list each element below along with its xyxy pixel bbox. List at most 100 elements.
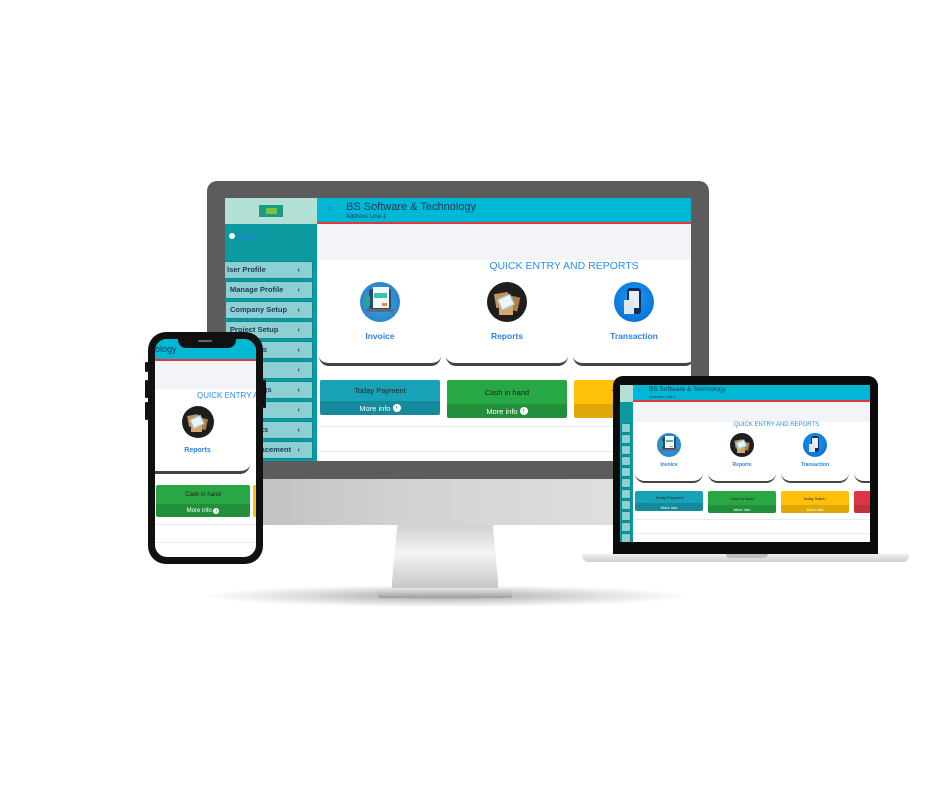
hamburger-icon[interactable]: ≡ bbox=[327, 204, 332, 214]
transaction-icon bbox=[614, 282, 654, 322]
laptop-trackpad-notch bbox=[726, 554, 768, 558]
company-name: BS Software & Technology bbox=[649, 386, 726, 393]
stat-box-red[interactable] bbox=[854, 491, 870, 513]
sidebar-item-label: Company Setup bbox=[230, 305, 288, 314]
more-info-label: More info bbox=[186, 507, 212, 514]
app-header: ≡ BS Software & Technology Address Line-… bbox=[317, 198, 691, 224]
sidebar-item[interactable] bbox=[621, 456, 631, 466]
stat-title: Cash in hand bbox=[708, 491, 776, 505]
reports-icon bbox=[487, 282, 527, 322]
company-name-truncated: ology bbox=[155, 344, 177, 354]
monitor-stand-base bbox=[378, 588, 512, 598]
transaction-icon bbox=[803, 433, 827, 457]
chevron-left-icon: ‹ bbox=[297, 345, 301, 354]
app-header: ≡ BS Software & Technology Address Line-… bbox=[633, 385, 870, 402]
reports-icon bbox=[181, 406, 214, 438]
hamburger-icon[interactable]: ≡ bbox=[637, 388, 641, 394]
stat-title: Cash in hand bbox=[156, 485, 250, 504]
company-address: Address Line-1 bbox=[649, 394, 676, 399]
company-logo[interactable] bbox=[259, 205, 283, 217]
stat-box-cash-in-hand[interactable]: Cash in hand More info › bbox=[156, 485, 250, 517]
quick-card-transaction[interactable]: Transaction bbox=[781, 430, 849, 483]
sidebar-item[interactable] bbox=[621, 467, 631, 477]
sidebar-item-user-profile[interactable]: lser Profile ‹ bbox=[225, 261, 313, 279]
chevron-left-icon: ‹ bbox=[297, 385, 301, 394]
quick-card-invoice[interactable]: Invoice bbox=[319, 274, 441, 366]
quick-entry-title: QUICK ENTRY AND REPORTS bbox=[733, 422, 820, 428]
sidebar-item[interactable] bbox=[621, 522, 631, 532]
content-header-bar bbox=[155, 361, 256, 389]
chevron-left-icon: ‹ bbox=[297, 405, 301, 414]
quick-card-reports[interactable]: Reports bbox=[708, 430, 776, 483]
phone-side-button bbox=[263, 380, 266, 408]
quick-card-label: Transaction bbox=[800, 462, 830, 468]
quick-card-label: Transaction bbox=[610, 331, 658, 341]
sidebar-item[interactable] bbox=[621, 478, 631, 488]
stat-title: Today Payment bbox=[635, 491, 703, 503]
more-info-label: More info bbox=[486, 406, 518, 416]
sidebar-item[interactable] bbox=[621, 533, 631, 542]
quick-card-label: Invoice bbox=[660, 462, 678, 468]
sidebar bbox=[620, 385, 633, 542]
laptop-screen: ≡ BS Software & Technology Address Line-… bbox=[620, 385, 870, 542]
sidebar-item-label: Manage Profile bbox=[230, 285, 284, 294]
chevron-left-icon: ‹ bbox=[297, 325, 301, 334]
quick-card-label: Reports bbox=[490, 331, 524, 341]
stat-box-today-payment[interactable]: Today Payment More info bbox=[635, 491, 703, 511]
quick-card-label: Invoice bbox=[365, 331, 395, 341]
quick-card-invoice[interactable]: Invoice bbox=[635, 430, 703, 483]
divider bbox=[633, 533, 870, 534]
more-info-link[interactable]: More info bbox=[781, 505, 849, 513]
user-name: junied bbox=[237, 232, 259, 241]
sidebar-item[interactable] bbox=[621, 434, 631, 444]
sidebar-item[interactable] bbox=[621, 489, 631, 499]
sidebar-logo-bar bbox=[620, 385, 633, 402]
more-info-label: More info bbox=[660, 504, 678, 510]
quick-card-label: Reports bbox=[732, 462, 752, 468]
stat-title: Today Sales : bbox=[781, 491, 849, 505]
stat-box-today-sales[interactable]: Today Sales : More info bbox=[781, 491, 849, 513]
quick-card-label: Reports bbox=[184, 447, 211, 454]
divider bbox=[633, 519, 870, 520]
stat-box-cash-in-hand[interactable]: Cash in hand More info bbox=[708, 491, 776, 513]
monitor-stand bbox=[392, 524, 498, 596]
chevron-left-icon: ‹ bbox=[297, 265, 301, 274]
sidebar-item-manage-profile[interactable]: Manage Profile ‹ bbox=[225, 281, 313, 299]
more-info-link[interactable]: More info bbox=[708, 505, 776, 513]
quick-card-reports[interactable]: Reports bbox=[155, 399, 250, 474]
reports-icon bbox=[730, 433, 754, 457]
quick-card-transaction[interactable]: Transaction bbox=[573, 274, 691, 366]
sidebar-item[interactable] bbox=[621, 423, 631, 433]
sidebar-item-company-setup[interactable]: Company Setup ‹ bbox=[225, 301, 313, 319]
sidebar-item[interactable] bbox=[621, 445, 631, 455]
more-info-link[interactable]: More info › bbox=[447, 404, 567, 418]
company-address: Address Line-1 bbox=[346, 214, 387, 220]
phone-speaker bbox=[198, 340, 212, 342]
invoice-icon bbox=[657, 433, 681, 457]
stat-title: Cash in hand bbox=[447, 380, 567, 404]
quick-card-partial[interactable] bbox=[854, 430, 870, 483]
sidebar-item-label: lser Profile bbox=[227, 265, 266, 274]
quick-card-reports[interactable]: Reports bbox=[446, 274, 568, 366]
arrow-circle-right-icon: › bbox=[213, 507, 220, 514]
more-info-link[interactable]: More info › bbox=[320, 401, 440, 415]
sidebar-item[interactable] bbox=[621, 500, 631, 510]
more-info-label: More info bbox=[806, 506, 824, 512]
chevron-left-icon: ‹ bbox=[297, 285, 301, 294]
arrow-circle-right-icon: › bbox=[519, 407, 528, 415]
stat-box-today-payment[interactable]: Today Payment More info › bbox=[320, 380, 440, 415]
sidebar-item[interactable] bbox=[621, 511, 631, 521]
stat-box-cash-in-hand[interactable]: Cash in hand More info › bbox=[447, 380, 567, 418]
invoice-icon bbox=[360, 282, 400, 322]
stat-title: Today Payment bbox=[320, 380, 440, 401]
user-panel[interactable]: junied bbox=[225, 232, 259, 248]
stat-box-today-sales-partial[interactable] bbox=[253, 485, 256, 517]
phone-notch bbox=[178, 337, 236, 348]
more-info-link[interactable]: More info bbox=[635, 503, 703, 511]
content-header-bar bbox=[317, 224, 691, 260]
chevron-left-icon: ‹ bbox=[297, 365, 301, 374]
content-header-bar bbox=[633, 402, 870, 422]
chevron-left-icon: ‹ bbox=[297, 425, 301, 434]
more-info-link[interactable]: More info › bbox=[156, 504, 250, 517]
user-avatar-icon bbox=[229, 233, 235, 239]
